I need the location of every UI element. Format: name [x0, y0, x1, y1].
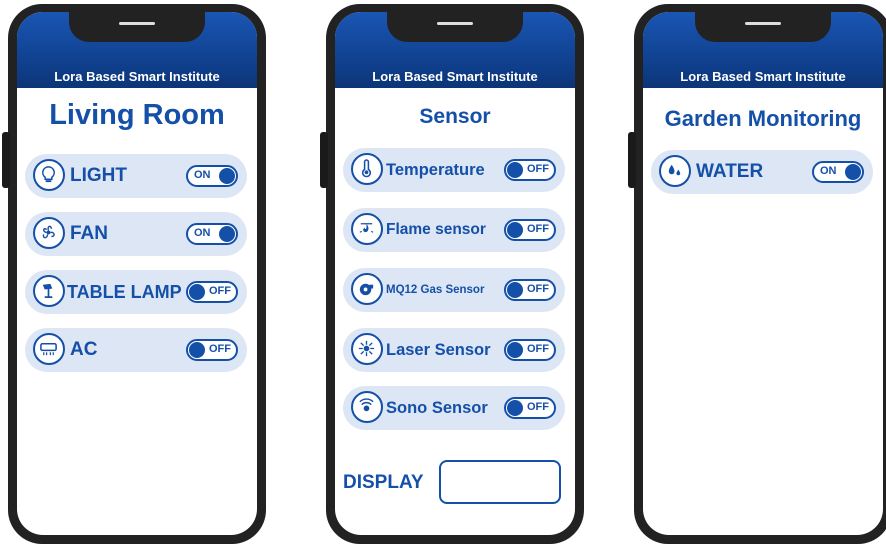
ac-icon — [33, 333, 65, 365]
thermometer-icon — [351, 153, 383, 185]
toggle-state: OFF — [209, 343, 231, 355]
toggle-state: ON — [820, 165, 837, 177]
toggle-knob — [189, 342, 205, 358]
fan-icon — [33, 217, 65, 249]
water-toggle[interactable]: ON — [812, 161, 864, 183]
device-label: FAN — [70, 223, 108, 244]
sensor-row-laser: Laser Sensor OFF — [343, 328, 565, 372]
toggle-knob — [507, 162, 523, 178]
sensor-row-sono: Sono Sensor OFF — [343, 386, 565, 430]
notch — [387, 12, 523, 42]
notch-speaker — [745, 22, 781, 25]
sensor-label: Temperature — [386, 161, 485, 179]
screen: Lora Based Smart Institute Living Room L… — [17, 12, 257, 535]
toggle-state: ON — [194, 169, 211, 181]
notch-speaker — [119, 22, 155, 25]
toggle-state: ON — [194, 227, 211, 239]
notch-speaker — [437, 22, 473, 25]
toggle-knob — [189, 284, 205, 300]
app-header: Lora Based Smart Institute — [17, 12, 257, 88]
toggle-state: OFF — [527, 163, 549, 175]
sensor-label: Laser Sensor — [386, 341, 491, 359]
app-title: Lora Based Smart Institute — [372, 69, 538, 84]
app-header: Lora Based Smart Institute — [643, 12, 883, 88]
display-label: DISPLAY — [343, 472, 424, 493]
toggle-knob — [507, 222, 523, 238]
sensor-label: MQ12 Gas Sensor — [386, 284, 485, 296]
bulb-icon — [33, 159, 65, 191]
app-title: Lora Based Smart Institute — [54, 69, 220, 84]
screen: Lora Based Smart Institute Garden Monito… — [643, 12, 883, 535]
phone-living-room: Lora Based Smart Institute Living Room L… — [2, 4, 266, 544]
app-title: Lora Based Smart Institute — [680, 69, 846, 84]
device-row-table-lamp: TABLE LAMP OFF — [25, 270, 247, 314]
toggle-state: OFF — [527, 283, 549, 295]
toggle-state: OFF — [527, 401, 549, 413]
notch — [69, 12, 205, 42]
sensor-row-gas: MQ12 Gas Sensor OFF — [343, 268, 565, 312]
water-drop-icon — [659, 155, 691, 187]
screen: Lora Based Smart Institute Sensor Temper… — [335, 12, 575, 535]
toggle-state: OFF — [209, 285, 231, 297]
notch — [695, 12, 831, 42]
side-button — [628, 132, 636, 188]
page-title: Living Room — [49, 99, 225, 131]
flame-sensor-icon — [351, 213, 383, 245]
lamp-icon — [33, 275, 65, 307]
toggle-state: OFF — [527, 343, 549, 355]
gas-sensor-toggle[interactable]: OFF — [504, 279, 556, 301]
device-row-water: WATER ON — [651, 150, 873, 194]
sensor-row-flame: Flame sensor OFF — [343, 208, 565, 252]
device-row-fan: FAN ON — [25, 212, 247, 256]
side-button — [320, 132, 328, 188]
page-title: Sensor — [419, 105, 491, 128]
gas-sensor-icon — [351, 273, 383, 305]
toggle-knob — [219, 226, 235, 242]
device-label: WATER — [696, 161, 764, 182]
device-row-ac: AC OFF — [25, 328, 247, 372]
toggle-knob — [845, 164, 861, 180]
sonar-icon — [351, 391, 383, 423]
table-lamp-toggle[interactable]: OFF — [186, 281, 238, 303]
ac-toggle[interactable]: OFF — [186, 339, 238, 361]
sensor-label: Sono Sensor — [386, 399, 488, 417]
temperature-toggle[interactable]: OFF — [504, 159, 556, 181]
sono-sensor-toggle[interactable]: OFF — [504, 397, 556, 419]
toggle-knob — [507, 342, 523, 358]
device-label: TABLE LAMP — [67, 282, 182, 302]
fan-toggle[interactable]: ON — [186, 223, 238, 245]
toggle-knob — [507, 400, 523, 416]
device-label: LIGHT — [70, 165, 127, 186]
phone-garden: Lora Based Smart Institute Garden Monito… — [628, 4, 886, 544]
toggle-knob — [219, 168, 235, 184]
sensor-row-temperature: Temperature OFF — [343, 148, 565, 192]
display-box — [439, 460, 561, 504]
toggle-state: OFF — [527, 223, 549, 235]
app-header: Lora Based Smart Institute — [335, 12, 575, 88]
sensor-label: Flame sensor — [386, 221, 486, 238]
light-toggle[interactable]: ON — [186, 165, 238, 187]
page-title: Garden Monitoring — [664, 106, 862, 131]
device-row-light: LIGHT ON — [25, 154, 247, 198]
laser-icon — [351, 333, 383, 365]
side-button — [2, 132, 10, 188]
toggle-knob — [507, 282, 523, 298]
device-label: AC — [70, 339, 98, 360]
phone-sensor: Lora Based Smart Institute Sensor Temper… — [320, 4, 584, 544]
laser-sensor-toggle[interactable]: OFF — [504, 339, 556, 361]
flame-sensor-toggle[interactable]: OFF — [504, 219, 556, 241]
